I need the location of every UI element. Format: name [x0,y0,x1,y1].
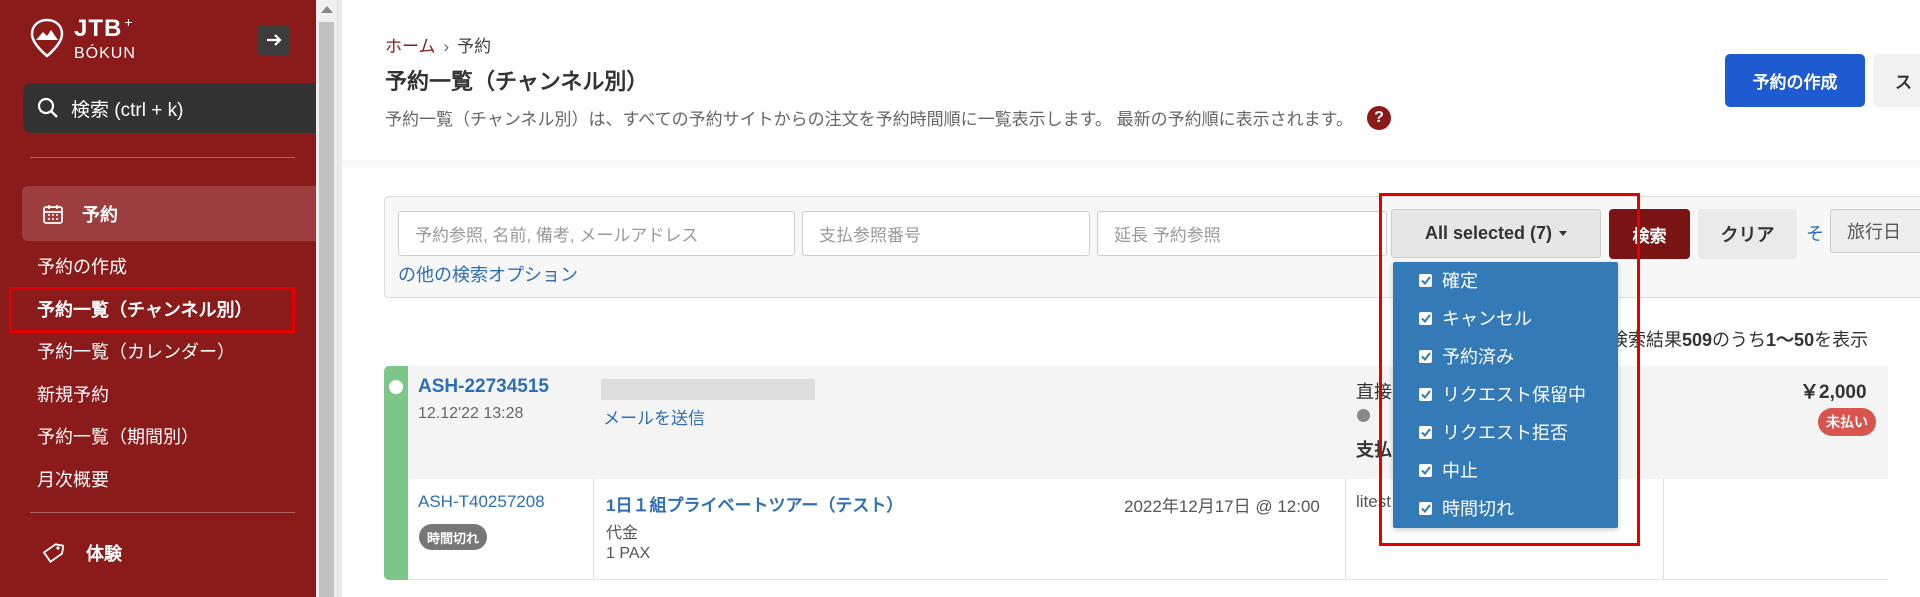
status-stripe [384,366,408,580]
divider [1345,479,1346,580]
sidebar: JTB + BÓKUN 検索 (ctrl + k) 予約 予約の作成 予約一覧（チ… [0,0,316,597]
subnav-create-booking[interactable]: 予約の作成 [37,253,127,279]
breadcrumb-separator: › [443,37,450,56]
result-range: 1〜50 [1766,330,1815,350]
page-description: 予約一覧（チャンネル別）は、すべての予約サイトからの注文を予約時間順に一覧表示し… [385,105,1391,130]
divider [30,512,295,513]
highlight-box [1379,193,1640,546]
sidebar-item-bookings[interactable]: 予約 [22,186,316,241]
booking-datetime: 12.12'22 13:28 [418,405,524,422]
result-total: 509 [1682,330,1713,350]
subnav-new-booking[interactable]: 新規予約 [37,381,109,407]
help-icon[interactable]: ? [1366,105,1391,130]
logo-subtext: BÓKUN [74,45,136,62]
payment-reference-input[interactable]: 支払参照番号 [802,211,1090,256]
create-booking-button[interactable]: 予約の作成 [1725,54,1865,107]
sidebar-item-experience[interactable]: 体験 [42,540,122,566]
sidebar-scrollbar[interactable] [316,0,338,597]
subnav-monthly-summary[interactable]: 月次概要 [37,466,109,492]
highlight-box [9,287,295,333]
sidebar-search-label: 検索 (ctrl + k) [71,99,184,121]
more-search-options-link[interactable]: の他の検索オプション [398,261,578,287]
breadcrumb-current: 予約 [457,37,492,56]
result-suffix: を表示 [1814,330,1869,350]
globe-icon [1357,409,1370,422]
more-search-options-link[interactable]: そ [1806,220,1824,246]
expired-badge: 時間切れ [419,524,487,550]
description-text: 予約一覧（チャンネル別）は、すべての予約サイトからの注文を予約時間順に一覧表示し… [385,110,1353,129]
arrow-right-icon [267,34,282,46]
search-icon [37,97,58,118]
date-type-select[interactable]: 旅行日 [1830,209,1920,253]
booking-search-input[interactable]: 予約参照, 名前, 備考, メールアドレス [398,211,795,256]
header-shadow [342,160,1920,168]
divider [30,157,295,158]
jtb-logo-icon[interactable] [30,18,64,62]
divider [338,0,342,597]
result-count: 検索結果509のうち1〜50を表示 [1610,326,1868,352]
unpaid-badge: 未払い [1818,408,1876,436]
calendar-icon [43,204,63,224]
redacted-customer-name [601,379,815,400]
sidebar-item-label: 予約 [82,204,118,225]
product-booking-link[interactable]: ASH-T40257208 [418,492,545,512]
booking-price: ￥2,000 [1800,382,1867,403]
booking-reference-link[interactable]: ASH-22734515 [418,376,549,398]
product-name-link[interactable]: 1日１組プライベートツアー（テスト） [606,491,903,516]
sidebar-item-label: 体験 [86,544,122,564]
send-email-link[interactable]: メールを送信 [603,404,705,429]
subnav-bookings-calendar[interactable]: 予約一覧（カレンダー） [37,338,235,364]
scrollbar-thumb[interactable] [319,22,334,597]
extended-reference-input[interactable]: 延長 予約参照 [1097,211,1387,256]
logo-text: JTB + [74,14,134,42]
scroll-up-icon[interactable] [321,6,333,13]
product-rate: 代金 [606,525,639,542]
collapse-sidebar-button[interactable] [258,25,290,55]
product-datetime: 2022年12月17日 @ 12:00 [1124,497,1320,516]
breadcrumb-home-link[interactable]: ホーム [385,37,436,56]
globe-icon [389,380,403,394]
divider [1663,479,1664,580]
page-title: 予約一覧（チャンネル別） [385,69,649,94]
secondary-header-button[interactable]: ス [1873,54,1920,107]
subnav-bookings-by-period[interactable]: 予約一覧（期間別） [37,423,199,449]
breadcrumb: ホーム › 予約 [385,32,491,57]
divider [593,479,594,580]
result-mid: のうち [1712,330,1767,350]
product-pax: 1 PAX [606,545,651,562]
sidebar-search[interactable]: 検索 (ctrl + k) [23,83,316,133]
clear-button[interactable]: クリア [1698,209,1797,259]
tag-icon [42,543,64,563]
